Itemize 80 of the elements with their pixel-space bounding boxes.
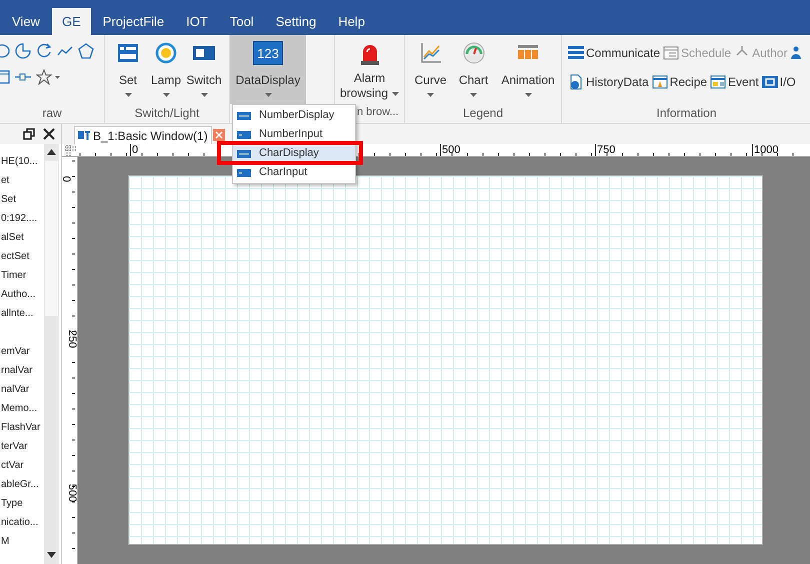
window-file-icon — [78, 130, 90, 141]
tree-item[interactable]: M — [1, 536, 10, 547]
io-panel-icon — [762, 74, 778, 90]
scroll-down-icon[interactable] — [47, 552, 56, 558]
group-label: n brow... — [357, 105, 399, 120]
menu-item[interactable]: NumberInput — [233, 125, 355, 144]
tree-item[interactable]: Memo... — [1, 403, 38, 414]
ribbon-button[interactable]: Communicate — [568, 44, 660, 62]
ribbon-button[interactable]: Lamp — [147, 35, 185, 104]
menu-item[interactable]: NumberDisplay — [233, 106, 355, 125]
pentagon-icon[interactable] — [78, 43, 94, 59]
user-icon[interactable] — [790, 45, 802, 61]
tree-item[interactable]: ectSet — [1, 251, 30, 262]
menu-item[interactable]: CharInput — [233, 163, 355, 182]
ruler-label: 0 — [60, 176, 72, 182]
gauge-icon — [462, 41, 486, 65]
tree-item[interactable]: alSet — [1, 232, 24, 243]
group-label: Information — [656, 105, 717, 122]
close-icon[interactable] — [43, 128, 55, 140]
tree-item[interactable]: Type — [1, 498, 23, 509]
tree-item[interactable]: 0:192.... — [1, 213, 38, 224]
ribbon-button[interactable]: Curve — [409, 35, 452, 104]
field-icon — [237, 168, 251, 176]
ribbon-button[interactable]: 123 DataDisplay — [230, 35, 306, 104]
group-label: Legend — [462, 105, 504, 122]
ribbon-button[interactable]: Recipe — [652, 73, 708, 91]
tree-item[interactable]: HE(10... — [1, 156, 38, 167]
tree-item[interactable]: rnalVar — [1, 365, 32, 376]
tree-item[interactable]: Set — [1, 194, 16, 205]
ruler-label: 250 — [66, 330, 78, 348]
tree-item[interactable]: ableGr... — [1, 479, 39, 490]
menu-tab[interactable]: Help — [328, 8, 375, 35]
ruler-corner-icon — [62, 144, 78, 157]
group-label: raw — [42, 105, 62, 122]
ribbon-button[interactable]: Event — [710, 73, 759, 91]
menu-tab[interactable]: IOT — [176, 8, 218, 35]
tree-item[interactable]: Autho... — [1, 289, 36, 300]
list-icon — [568, 45, 584, 61]
field-icon — [237, 150, 251, 158]
field-icon — [237, 112, 251, 120]
menu-tab[interactable]: GE — [52, 8, 91, 35]
star-icon[interactable] — [36, 69, 60, 85]
menu-tab[interactable]: View — [2, 8, 50, 35]
tree-item[interactable]: et — [1, 175, 10, 186]
tree-item[interactable]: Timer — [1, 270, 26, 281]
restore-icon[interactable] — [23, 128, 35, 140]
menu-tab[interactable]: ProjectFile — [92, 8, 174, 35]
tree-item[interactable]: emVar — [1, 346, 30, 357]
pie-icon[interactable] — [15, 43, 31, 59]
ribbon-button[interactable]: Animation — [495, 35, 561, 104]
tree-item[interactable]: allnte... — [1, 308, 34, 319]
ribbon-button[interactable]: Alarm browsing — [335, 35, 404, 104]
menu-tab[interactable]: Tool — [220, 8, 264, 35]
history-file-icon — [568, 74, 584, 90]
scroll-up-icon[interactable] — [47, 149, 56, 155]
group-label: Switch/Light — [134, 105, 200, 122]
ribbon-button[interactable]: HistoryData — [568, 73, 649, 91]
close-tab-icon[interactable] — [212, 129, 225, 141]
tree-item[interactable]: nicatio... — [1, 517, 38, 528]
ribbon-button[interactable]: Switch — [185, 35, 223, 104]
lamp-icon — [154, 41, 178, 65]
tree-item[interactable]: ctVar — [1, 460, 24, 471]
tree-item[interactable]: nalVar — [1, 384, 30, 395]
slider-box-icon — [116, 41, 140, 65]
arc-icon[interactable] — [36, 43, 52, 59]
document-icon — [663, 45, 680, 61]
event-window-icon — [710, 74, 726, 90]
tree-item[interactable]: FlashVar — [1, 422, 40, 433]
ribbon-button[interactable]: Chart — [452, 35, 495, 104]
ribbon-button[interactable]: Set — [109, 35, 147, 104]
line-chart-icon — [418, 41, 442, 65]
recipe-window-icon — [652, 74, 668, 90]
ruler-label: 500 — [66, 484, 78, 502]
field-icon — [237, 130, 251, 138]
ribbon-button[interactable]: I/O — [762, 73, 796, 91]
menu-tab[interactable]: Setting — [266, 8, 326, 35]
document-tab[interactable]: B_1:Basic Window(1) — [74, 126, 212, 144]
numeric-display-icon: 123 — [253, 41, 283, 65]
scrollbar[interactable] — [44, 144, 59, 564]
tree-item[interactable]: terVar — [1, 441, 28, 452]
